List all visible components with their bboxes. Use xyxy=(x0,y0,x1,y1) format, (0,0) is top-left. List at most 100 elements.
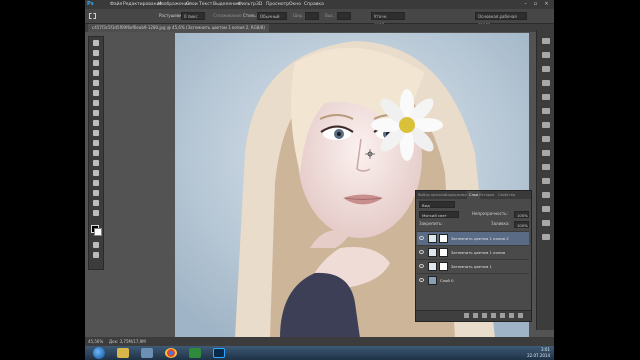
document-tab-bar: c457f3c5f3d5f09f6ef6eab9-1280.jpg @ 45,6… xyxy=(85,24,554,32)
eye-icon[interactable] xyxy=(419,278,424,282)
system-clock[interactable]: 3:01 22.07.2014 xyxy=(527,347,550,359)
layer-item[interactable]: Затемнить цветом 1 xyxy=(417,259,529,273)
info-panel-icon[interactable] xyxy=(542,178,550,184)
gradient-tool-icon[interactable] xyxy=(93,150,99,156)
fill-label: Заливка: xyxy=(491,221,510,226)
eyedropper-tool-icon[interactable] xyxy=(93,90,99,96)
new-layer-icon[interactable] xyxy=(509,313,514,318)
menu-window[interactable]: Окно xyxy=(288,0,302,9)
blend-mode-select[interactable]: Мягкий свет xyxy=(419,211,459,218)
status-bar: 45,56% Док: 3,75M/17,9M xyxy=(85,337,554,346)
layer-item[interactable]: Слой 0 xyxy=(417,273,529,287)
delete-layer-icon[interactable] xyxy=(518,313,523,318)
doc-size: Док: 3,75M/17,9M xyxy=(109,339,146,344)
history-brush-tool-icon[interactable] xyxy=(93,130,99,136)
layer-item[interactable]: Затемнить цветом 1 копия xyxy=(417,245,529,259)
paths-dock-icon[interactable] xyxy=(542,234,550,240)
add-mask-icon[interactable] xyxy=(482,313,487,318)
refine-edge-button[interactable]: Уточн. край... xyxy=(371,12,405,27)
eye-icon[interactable] xyxy=(419,250,424,254)
background-color-swatch[interactable] xyxy=(94,228,102,236)
layer-mask-thumbnail xyxy=(439,234,448,243)
layers-panel-footer xyxy=(416,310,531,321)
quick-select-tool-icon[interactable] xyxy=(93,70,99,76)
eye-icon[interactable] xyxy=(419,264,424,268)
eye-icon[interactable] xyxy=(419,236,424,240)
clone-stamp-tool-icon[interactable] xyxy=(93,120,99,126)
swatches-panel-icon[interactable] xyxy=(542,80,550,86)
move-tool-icon[interactable] xyxy=(93,40,99,46)
styles-panel-icon[interactable] xyxy=(542,94,550,100)
antialias-checkbox[interactable]: Сглаживание xyxy=(213,9,242,23)
close-button[interactable]: × xyxy=(543,1,550,7)
minimize-button[interactable]: – xyxy=(522,1,529,7)
photoshop-taskbar-icon[interactable] xyxy=(213,348,225,358)
character-panel-icon[interactable] xyxy=(542,108,550,114)
type-tool-icon[interactable] xyxy=(93,190,99,196)
eraser-tool-icon[interactable] xyxy=(93,140,99,146)
clone-source-panel-icon[interactable] xyxy=(542,150,550,156)
right-panel-dock xyxy=(536,30,554,330)
healing-brush-tool-icon[interactable] xyxy=(93,100,99,106)
properties-panel-icon[interactable] xyxy=(542,52,550,58)
workspace-select[interactable]: Основная рабочая среда xyxy=(475,12,527,27)
opacity-input[interactable]: 100% xyxy=(514,211,529,218)
pen-tool-icon[interactable] xyxy=(93,180,99,186)
dodge-tool-icon[interactable] xyxy=(93,170,99,176)
height-label: Выс.: xyxy=(325,13,336,18)
navigator-panel-icon[interactable] xyxy=(542,192,550,198)
actions-panel-icon[interactable] xyxy=(542,164,550,170)
media-center-taskbar-icon[interactable] xyxy=(189,348,201,358)
tab-properties[interactable]: Свойства xyxy=(496,191,517,199)
opacity-label: Непрозрачность: xyxy=(472,211,508,216)
style-label: Стиль: xyxy=(243,13,257,18)
menu-bar: Ps Файл Редактирование Изображение Слои … xyxy=(85,0,554,9)
menu-filter[interactable]: Фильтр xyxy=(237,0,257,9)
paragraph-panel-icon[interactable] xyxy=(542,122,550,128)
path-select-tool-icon[interactable] xyxy=(93,200,99,206)
marquee-tool-icon[interactable] xyxy=(93,50,99,56)
blur-tool-icon[interactable] xyxy=(93,160,99,166)
layer-item[interactable]: Затемнить цветом 1 копия 2 xyxy=(417,231,529,245)
brush-tool-icon[interactable] xyxy=(93,110,99,116)
adjustments-panel-icon[interactable] xyxy=(542,66,550,72)
fill-input[interactable]: 100% xyxy=(514,221,529,228)
height-input[interactable] xyxy=(337,12,351,20)
layer-name: Затемнить цветом 1 копия xyxy=(451,250,506,255)
new-group-icon[interactable] xyxy=(500,313,505,318)
lasso-tool-icon[interactable] xyxy=(93,60,99,66)
layers-panel: Выбор ярлыков Содержимое Слои История Св… xyxy=(415,190,532,322)
width-input[interactable] xyxy=(305,12,319,20)
kind-filter-select[interactable]: Вид xyxy=(419,201,455,208)
link-layers-icon[interactable] xyxy=(464,313,469,318)
start-button[interactable] xyxy=(93,347,105,359)
style-select[interactable]: Обычный xyxy=(257,12,287,20)
brush-panel-icon[interactable] xyxy=(542,136,550,142)
media-player-taskbar-icon[interactable] xyxy=(141,348,153,358)
channels-dock-icon[interactable] xyxy=(542,220,550,226)
layer-thumbnail xyxy=(428,248,437,257)
layer-thumbnail xyxy=(428,234,437,243)
history-panel-icon[interactable] xyxy=(542,38,550,44)
adjustment-layer-icon[interactable] xyxy=(491,313,496,318)
layer-style-icon[interactable] xyxy=(473,313,478,318)
menu-3d[interactable]: 3D xyxy=(255,0,263,9)
feather-input[interactable]: 0 пикс xyxy=(181,12,205,20)
marquee-tool-icon[interactable] xyxy=(89,13,96,19)
hand-tool-icon[interactable] xyxy=(93,242,99,248)
menu-view[interactable]: Просмотр xyxy=(265,0,290,9)
zoom-tool-icon[interactable] xyxy=(93,252,99,258)
menu-layers[interactable]: Слои xyxy=(185,0,199,9)
explorer-taskbar-icon[interactable] xyxy=(117,348,129,358)
layers-dock-icon[interactable] xyxy=(542,206,550,212)
zoom-level[interactable]: 45,56% xyxy=(88,337,103,346)
menu-help[interactable]: Справка xyxy=(303,0,325,9)
crop-tool-icon[interactable] xyxy=(93,80,99,86)
tab-history[interactable]: История xyxy=(477,191,496,199)
flower-icon xyxy=(371,89,443,161)
chrome-taskbar-icon[interactable] xyxy=(165,348,177,358)
lock-label: Закрепить: xyxy=(419,221,443,226)
document-tab[interactable]: c457f3c5f3d5f09f6ef6eab9-1280.jpg @ 45,6… xyxy=(88,24,269,32)
shape-tool-icon[interactable] xyxy=(93,210,99,216)
restore-button[interactable]: ▫ xyxy=(532,1,539,7)
